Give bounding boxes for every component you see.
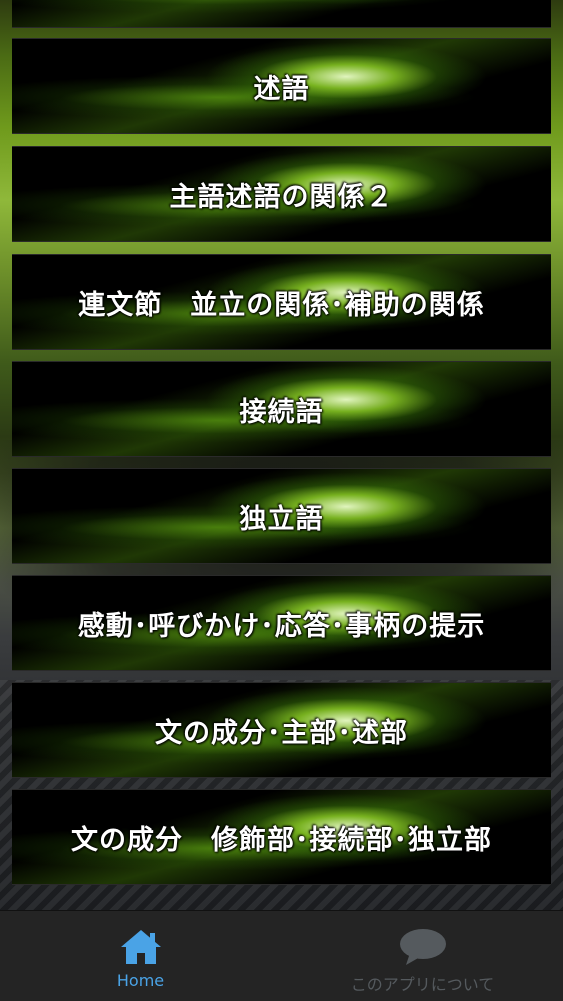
menu-item-bun-no-seibun-2[interactable]: 文の成分 修飾部･接続部･独立部 <box>12 789 551 885</box>
menu-item-setsuzokugo[interactable]: 接続語 <box>12 361 551 457</box>
tab-home[interactable]: Home <box>0 911 281 1001</box>
home-icon <box>118 927 164 971</box>
tab-about-app[interactable]: このアプリについて <box>282 911 563 1001</box>
menu-item-shugo-jutsugo[interactable]: 主語述語の関係２ <box>12 146 551 242</box>
tab-about-label: このアプリについて <box>350 975 495 994</box>
menu-list: 述語 主語述語の関係２ 連文節 並立の関係･補助の関係 接続語 独立語 感動･呼… <box>0 0 563 910</box>
menu-item-label: 感動･呼びかけ･応答･事柄の提示 <box>77 610 486 642</box>
menu-item-label: 連文節 並立の関係･補助の関係 <box>78 289 485 321</box>
menu-item-partial-top[interactable] <box>12 0 551 28</box>
menu-item-label: 接続語 <box>239 396 324 428</box>
menu-item-renbunsetsu[interactable]: 連文節 並立の関係･補助の関係 <box>12 254 551 350</box>
menu-item-bun-no-seibun-1[interactable]: 文の成分･主部･述部 <box>12 682 551 778</box>
menu-item-label: 独立語 <box>239 503 324 535</box>
menu-item-jutsugo[interactable]: 述語 <box>12 38 551 134</box>
speech-bubble-icon <box>398 927 448 971</box>
tab-home-label: Home <box>116 971 165 990</box>
menu-item-label: 主語述語の関係２ <box>169 181 394 213</box>
menu-item-label: 述語 <box>253 73 310 105</box>
menu-item-dokuritsugo[interactable]: 独立語 <box>12 468 551 564</box>
bottom-navigation: Home このアプリについて <box>0 910 563 1001</box>
menu-item-label: 文の成分 修飾部･接続部･独立部 <box>71 824 492 856</box>
menu-item-kandou[interactable]: 感動･呼びかけ･応答･事柄の提示 <box>12 575 551 671</box>
menu-item-label: 文の成分･主部･述部 <box>155 717 408 749</box>
